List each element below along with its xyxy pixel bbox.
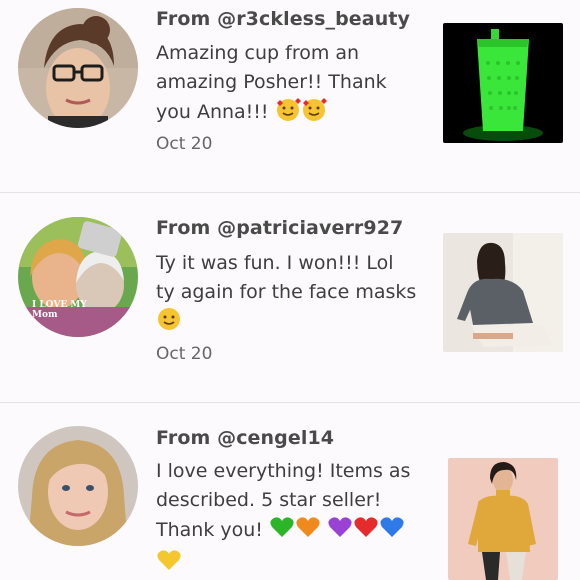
item-thumbnail[interactable] [443,23,563,143]
review-author[interactable]: From @cengel14 [156,427,334,449]
blue-heart-icon [379,515,405,548]
red-heart-icon [353,515,379,548]
review-item: From @cengel14 I love everything! Items … [0,403,580,580]
user-photo-r3ckless-beauty [18,8,138,128]
item-thumbnail[interactable] [448,458,558,580]
review-date: Oct 20 [156,134,213,154]
green-tumbler-image [443,23,563,143]
review-message: Amazing cup from an amazing Posher!! Tha… [156,39,418,130]
orange-heart-icon [295,515,321,548]
purple-heart-icon [327,515,353,548]
review-item: I LOVE MY Mom From @patriciaverr927 Ty i… [0,193,580,402]
review-author[interactable]: From @patriciaverr927 [156,217,403,239]
review-item: From @r3ckless_beauty Amazing cup from a… [0,0,580,192]
review-author[interactable]: From @r3ckless_beauty [156,8,410,30]
review-message: I love everything! Items as described. 5… [156,457,418,580]
review-date: Oct 20 [156,344,213,364]
smiling-face-with-hearts-icon [275,97,301,130]
slightly-smiling-face-icon [156,307,182,340]
smiling-face-with-hearts-icon [301,97,327,130]
review-text: Amazing cup from an amazing Posher!! Tha… [156,42,387,123]
user-photo-cengel14 [18,426,138,546]
gray-sweater-image [443,233,563,352]
user-avatar[interactable] [18,8,138,128]
review-text: Ty it was fun. I won!!! Lol ty again for… [156,252,417,303]
user-avatar[interactable]: I LOVE MY Mom [18,217,138,337]
item-thumbnail[interactable] [443,233,563,352]
avatar-caption: I LOVE MY Mom [32,300,87,320]
user-avatar[interactable] [18,426,138,546]
review-message: Ty it was fun. I won!!! Lol ty again for… [156,249,418,340]
mustard-turtleneck-image [448,458,558,580]
yellow-heart-icon [156,548,182,580]
green-heart-icon [269,515,295,548]
